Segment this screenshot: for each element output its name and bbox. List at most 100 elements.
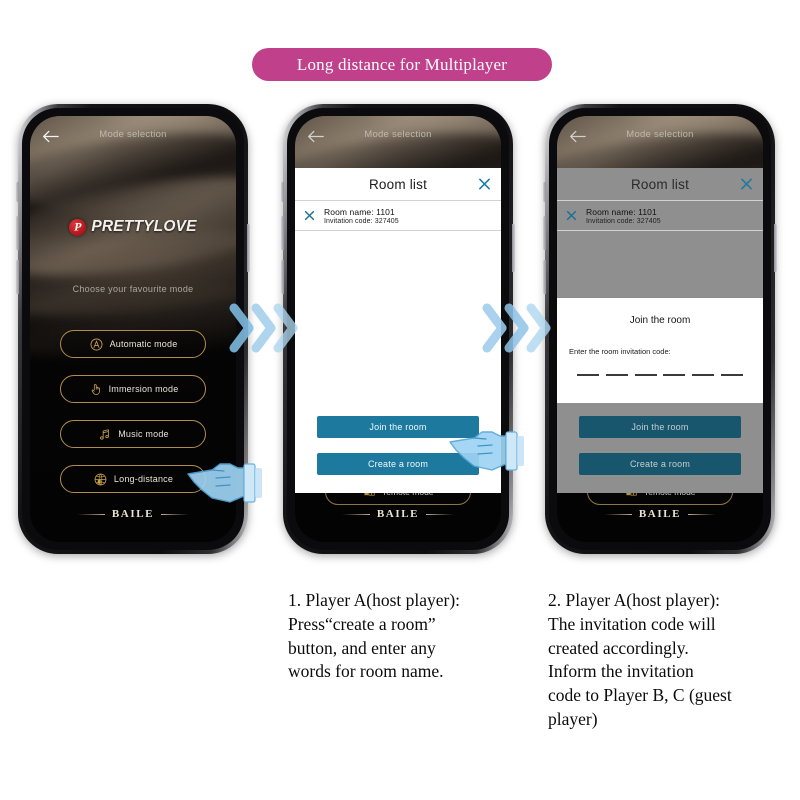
create-a-room-button[interactable]: Create a room [579, 453, 741, 475]
phone-inner-bezel: Mode selection P PRETTYLOVE Choose your … [22, 108, 244, 550]
app-header: Mode selection [30, 116, 236, 158]
dialog-title: Room list [630, 176, 690, 192]
mode-list: Automatic mode Immersion mode Music mode… [60, 330, 206, 510]
phone-side-button-power [774, 224, 777, 272]
room-name: Room name: 1101 [586, 206, 657, 217]
phone-screen-3: Mode selection remote mode BAILE [557, 116, 763, 542]
room-invitation-code: Invitation code: 327405 [324, 217, 399, 225]
mode-button-music[interactable]: Music mode [60, 420, 206, 448]
footer-rule-right [688, 513, 717, 515]
footer-brand: BAILE [30, 508, 236, 520]
close-icon[interactable] [478, 178, 491, 191]
caption-step-1: 1. Player A(host player): Press“create a… [288, 590, 461, 682]
phone-mockup-2: Mode selection remote mode BAILE [281, 104, 515, 554]
phone-frame: Mode selection remote mode BAILE [281, 104, 515, 554]
dialog-actions: Join the room Create a room [317, 416, 479, 475]
phone-inner-bezel: Mode selection remote mode BAILE [287, 108, 509, 550]
brand-name: PRETTYLOVE [91, 218, 197, 235]
close-icon[interactable] [566, 210, 577, 221]
room-list-item[interactable]: Room name: 1101 Invitation code: 327405 [557, 201, 763, 231]
code-slot[interactable] [663, 374, 686, 376]
mode-button-long-distance[interactable]: Long-distance [60, 465, 206, 493]
footer-brand-text: BAILE [638, 508, 682, 520]
app-header-title: Mode selection [364, 129, 432, 140]
footer-brand-text: BAILE [376, 508, 420, 520]
phone-side-button-volume-up [16, 216, 19, 250]
phone-frame: Mode selection P PRETTYLOVE Choose your … [16, 104, 250, 554]
room-list-item[interactable]: Room name: 1101 Invitation code: 327405 [295, 201, 501, 231]
dialog-title: Room list [368, 176, 428, 192]
join-room-sheet-prompt: Enter the room invitation code: [569, 347, 671, 356]
code-slot[interactable] [720, 374, 743, 376]
code-slot[interactable] [634, 374, 657, 376]
phone-inner-bezel: Mode selection remote mode BAILE [549, 108, 771, 550]
phone-mockup-1: Mode selection P PRETTYLOVE Choose your … [16, 104, 250, 554]
phone-mockup-3: Mode selection remote mode BAILE [543, 104, 777, 554]
dialog-body: Join the room Create a room [295, 231, 501, 493]
phone-side-button-volume-down [543, 260, 546, 294]
footer-rule-right [161, 513, 190, 515]
create-a-room-button[interactable]: Create a room [317, 453, 479, 475]
automatic-mode-icon [90, 338, 103, 350]
close-icon[interactable] [304, 210, 315, 221]
phone-side-button-volume-up [543, 216, 546, 250]
app-header: Mode selection [295, 116, 501, 158]
join-the-room-button[interactable]: Join the room [579, 416, 741, 438]
mode-button-label: Automatic mode [109, 339, 178, 349]
brand-logo: P PRETTYLOVE [30, 218, 236, 236]
phone-screen-1: Mode selection P PRETTYLOVE Choose your … [30, 116, 236, 542]
phone-side-button-mute [543, 182, 546, 202]
phone-side-button-volume-up [281, 216, 284, 250]
phone-side-button-volume-down [16, 260, 19, 294]
code-slot[interactable] [577, 374, 599, 376]
dialog-titlebar: Room list [557, 168, 763, 201]
app-header-title: Mode selection [626, 129, 694, 140]
phone-frame: Mode selection remote mode BAILE [543, 104, 777, 554]
choose-mode-prompt: Choose your favourite mode [72, 284, 194, 294]
footer-brand: BAILE [295, 508, 501, 520]
banner-title-text: Long distance for Multiplayer [296, 54, 508, 74]
hand-touch-icon [91, 383, 100, 395]
footer-brand: BAILE [557, 508, 763, 520]
room-invitation-code: Invitation code: 327405 [586, 217, 661, 225]
footer-rule-left [341, 513, 370, 515]
join-room-sheet-title: Join the room [629, 315, 691, 326]
invitation-code-input[interactable] [577, 374, 743, 376]
brand-badge-letter: P [74, 219, 82, 234]
phone-side-button-volume-down [281, 260, 284, 294]
caption-step-2: 2. Player A(host player): The invitation… [548, 590, 732, 729]
phone-side-button-power [512, 224, 515, 272]
phone-side-button-mute [16, 182, 19, 202]
close-icon[interactable] [740, 178, 753, 191]
dialog-titlebar: Room list [295, 168, 501, 201]
room-list-dialog: Room list Room name: 1101 Invitation cod… [295, 168, 501, 493]
phone-side-button-mute [281, 182, 284, 202]
join-room-sheet: Join the room Enter the room invitation … [557, 298, 763, 403]
footer-rule-left [603, 513, 632, 515]
brand-badge-icon: P [69, 218, 87, 236]
chevron-right-icon [251, 303, 276, 353]
phone-side-button-power [247, 224, 250, 272]
page-root: Long distance for Multiplayer Mode selec… [0, 0, 800, 800]
banner-title: Long distance for Multiplayer [252, 48, 552, 81]
globe-icon [94, 473, 107, 485]
footer-brand-text: BAILE [111, 508, 155, 520]
footer-rule-left [76, 513, 105, 515]
music-note-icon [100, 428, 110, 439]
dialog-actions: Join the room Create a room [579, 416, 741, 475]
room-list-item-texts: Room name: 1101 Invitation code: 327405 [586, 207, 661, 225]
phone-screen-2: Mode selection remote mode BAILE [295, 116, 501, 542]
code-slot[interactable] [605, 374, 628, 376]
room-name: Room name: 1101 [324, 206, 395, 217]
join-the-room-button[interactable]: Join the room [317, 416, 479, 438]
mode-button-immersion[interactable]: Immersion mode [60, 375, 206, 403]
footer-rule-right [426, 513, 455, 515]
code-slot[interactable] [692, 374, 715, 376]
app-header-title: Mode selection [99, 129, 167, 140]
room-list-item-texts: Room name: 1101 Invitation code: 327405 [324, 207, 399, 225]
mode-button-label: Music mode [118, 429, 169, 439]
mode-button-automatic[interactable]: Automatic mode [60, 330, 206, 358]
mode-button-label: Long-distance [113, 474, 174, 484]
mode-button-label: Immersion mode [108, 384, 179, 394]
app-header: Mode selection [557, 116, 763, 158]
